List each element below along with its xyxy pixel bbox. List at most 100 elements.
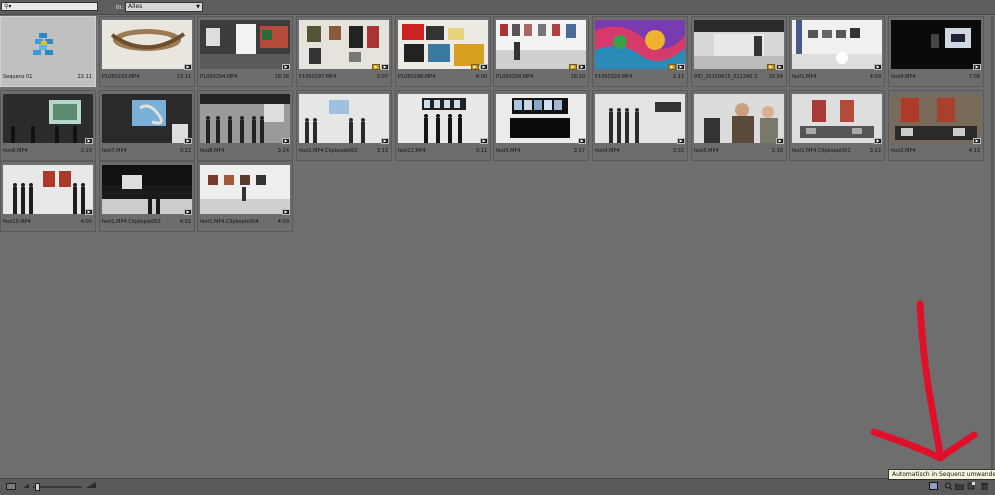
clip-item[interactable]: ▶ fest1.MP4.Clipkopie003 4:01 [99, 161, 195, 232]
clip-thumbnail [595, 20, 685, 69]
clip-item[interactable]: ▶ ▶ P1050297.MP4 3:07 [296, 16, 392, 87]
video-badge-icon: ▶ [973, 64, 981, 70]
clip-name: P1050299.MP4 [496, 74, 534, 80]
audio-badge-icon: ▶ [767, 64, 775, 70]
audio-badge-icon: ▶ [569, 64, 577, 70]
clip-item[interactable]: ▶ fest2.MP4 4:13 [888, 90, 984, 161]
clip-name: Sequenz 01 [3, 74, 33, 80]
clip-item[interactable]: ▶ ▶ VID_20150615_021246.3... 15:54 [691, 16, 787, 87]
clip-name: P1050328.MP4 [595, 74, 633, 80]
video-badge-icon: ▶ [578, 138, 586, 144]
clip-item[interactable]: ▶ P1050294.MP4 18:18 [197, 16, 293, 87]
clip-duration: 4:01 [179, 219, 191, 225]
clip-name: fest7.MP4 [102, 148, 127, 154]
clip-thumbnail [792, 94, 882, 143]
zoom-out-icon[interactable] [23, 482, 29, 490]
clip-item[interactable]: ▶ fest10.MP4 4:05 [0, 161, 96, 232]
new-bin-icon[interactable] [955, 482, 964, 490]
clip-name: fest5.MP4 [694, 148, 719, 154]
clip-name: fest1.MP4 [792, 74, 817, 80]
audio-badge-icon: ▶ [372, 64, 380, 70]
clip-item[interactable]: ▶ ▶ P1050299.MP4 18:10 [493, 16, 589, 87]
clip-duration: 22:11 [77, 74, 92, 80]
video-badge-icon: ▶ [776, 64, 784, 70]
in-label: In: [116, 4, 124, 11]
clip-thumbnail [299, 94, 389, 143]
clip-name: fest2.MP4 [891, 148, 916, 154]
clip-name: fest8.MP4 [200, 148, 225, 154]
clip-thumbnail [792, 20, 882, 69]
clip-item[interactable]: ▶ fest4.MP4 3:32 [592, 90, 688, 161]
video-badge-icon: ▶ [184, 64, 192, 70]
clip-duration: 18:10 [570, 74, 585, 80]
clip-item[interactable]: ▶ fest6.MP4 2:15 [0, 90, 96, 161]
video-badge-icon: ▶ [184, 209, 192, 215]
clip-thumbnail [102, 165, 192, 214]
video-badge-icon: ▶ [776, 138, 784, 144]
filter-dropdown[interactable]: Alles ▼ [125, 2, 203, 12]
clip-item[interactable]: ▶ fest5.MP4 1:16 [691, 90, 787, 161]
list-view-button[interactable] [6, 483, 16, 490]
clip-name: fest6.MP4 [3, 148, 28, 154]
clip-duration: 4:00 [475, 74, 487, 80]
clip-thumbnail [200, 94, 290, 143]
clip-name: fest4.MP4 [595, 148, 620, 154]
clear-icon[interactable] [980, 482, 989, 490]
zoom-slider-thumb[interactable] [35, 483, 41, 491]
sequence-icon [33, 33, 55, 57]
zoom-slider-track[interactable] [33, 486, 82, 488]
clip-item[interactable]: ▶ fest1.MP4.Clipkopie002 3:13 [296, 90, 392, 161]
search-input[interactable]: ⚲▾ [1, 2, 98, 11]
find-icon[interactable] [944, 482, 953, 490]
clip-duration: 2:15 [80, 148, 92, 154]
clip-thumbnail [200, 165, 290, 214]
video-badge-icon: ▶ [677, 138, 685, 144]
video-badge-icon: ▶ [381, 64, 389, 70]
clip-duration: 3:13 [376, 148, 388, 154]
clip-name: fest1.MP4.Clipkopie001 [792, 148, 851, 154]
clip-item[interactable]: ▶ P1050293.MP4 13:11 [99, 16, 195, 87]
clip-duration: 15:54 [768, 74, 783, 80]
clip-name: fest10.MP4 [3, 219, 31, 225]
sequence-item[interactable]: Sequenz 01 22:11 [0, 16, 96, 87]
clip-item[interactable]: ▶ fest3.MP4 3:17 [493, 90, 589, 161]
clip-duration: 3:22 [179, 148, 191, 154]
clip-duration: 3:17 [573, 148, 585, 154]
clip-thumbnail [398, 20, 488, 69]
video-badge-icon: ▶ [677, 64, 685, 70]
clip-item[interactable]: ▶ fest9.MP4 7:08 [888, 16, 984, 87]
zoom-in-icon[interactable] [86, 482, 96, 490]
clip-duration: 18:18 [274, 74, 289, 80]
clip-thumbnail [694, 20, 784, 69]
video-badge-icon: ▶ [480, 64, 488, 70]
video-badge-icon: ▶ [874, 64, 882, 70]
clip-duration: 3:07 [376, 74, 388, 80]
clip-item[interactable]: ▶ fest1.MP4.Clipkopie001 3:12 [789, 90, 885, 161]
video-badge-icon: ▶ [184, 138, 192, 144]
clip-name: P1050298.MP4 [398, 74, 436, 80]
clip-item[interactable]: ▶ fest11.MP4 3:11 [395, 90, 491, 161]
clip-grid: Sequenz 01 22:11 ▶ P1050293.MP4 13:11 ▶ P10502… [0, 16, 995, 476]
clip-thumbnail [496, 94, 586, 143]
clip-item[interactable]: ▶ fest7.MP4 3:22 [99, 90, 195, 161]
clip-item[interactable]: ▶ ▶ P1050328.MP4 1:11 [592, 16, 688, 87]
magnifier-dropdown-icon[interactable]: ⚲▾ [4, 3, 11, 10]
clip-duration: 3:11 [475, 148, 487, 154]
clip-item[interactable]: ▶ fest8.MP4 3:24 [197, 90, 293, 161]
clip-name: P1050293.MP4 [102, 74, 140, 80]
clip-item[interactable]: ▶ ▶ P1050298.MP4 4:00 [395, 16, 491, 87]
clip-duration: 1:11 [672, 74, 684, 80]
clip-name: fest11.MP4 [398, 148, 426, 154]
clip-item[interactable]: ▶ fest1.MP4.Clipkopie004 4:09 [197, 161, 293, 232]
automate-to-sequence-button[interactable] [929, 482, 938, 490]
clip-duration: 1:16 [771, 148, 783, 154]
video-badge-icon: ▶ [282, 209, 290, 215]
filter-value: Alles [128, 3, 143, 10]
vertical-scrollbar[interactable] [991, 16, 994, 476]
clip-item[interactable]: ▶ fest1.MP4 4:09 [789, 16, 885, 87]
clip-thumbnail [102, 20, 192, 69]
clip-thumbnail [102, 94, 192, 143]
video-badge-icon: ▶ [381, 138, 389, 144]
clip-name: P1050297.MP4 [299, 74, 337, 80]
new-item-icon[interactable] [967, 482, 976, 490]
